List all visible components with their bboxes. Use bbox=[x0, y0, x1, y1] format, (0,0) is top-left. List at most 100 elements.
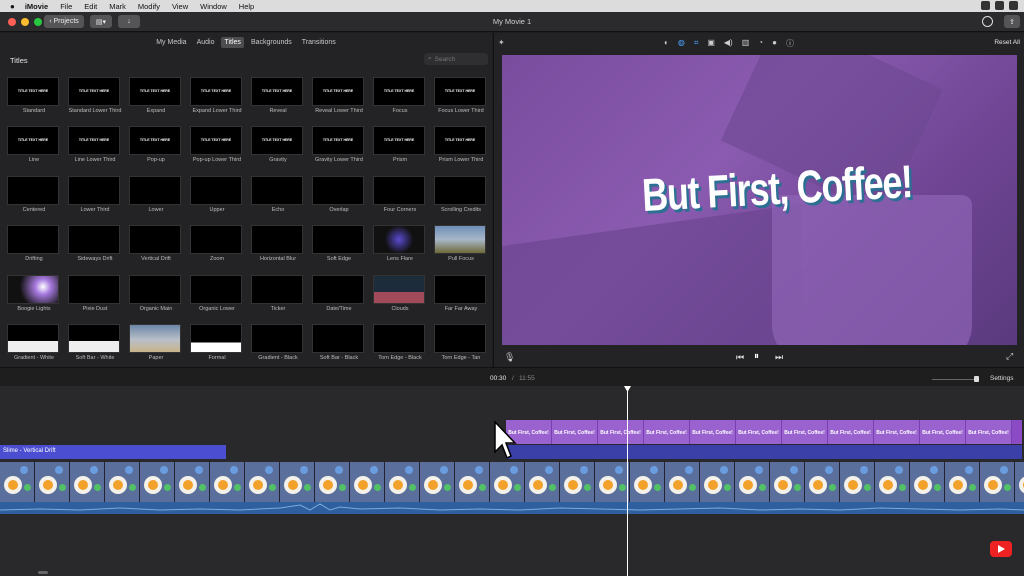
title-template[interactable]: Soft Bar - White bbox=[68, 324, 122, 362]
title-template[interactable]: TITLE TEXT HERE Prism bbox=[373, 126, 427, 164]
tab-audio[interactable]: Audio bbox=[194, 37, 218, 48]
title-template[interactable]: Zoom bbox=[190, 225, 244, 263]
title-template[interactable]: Gradient - Black bbox=[251, 324, 305, 362]
color-correction-icon[interactable]: ◍ bbox=[678, 38, 685, 49]
title-clip[interactable]: But First, Coffee! But First, Coffee! But … bbox=[506, 420, 1022, 444]
title-template[interactable]: TITLE TEXT HERE Prism Lower Third bbox=[434, 126, 488, 164]
title-template[interactable]: Sideways Drift bbox=[68, 225, 122, 263]
title-template-label: Lower Third bbox=[80, 207, 110, 213]
info-icon[interactable]: ⓘ bbox=[786, 38, 794, 49]
playhead[interactable] bbox=[627, 389, 628, 576]
title-template[interactable]: Pull Focus bbox=[434, 225, 488, 263]
title-template[interactable]: TITLE TEXT HERE Expand bbox=[129, 77, 183, 115]
menu-file[interactable]: File bbox=[60, 2, 72, 11]
title-template[interactable]: TITLE TEXT HERE Reveal bbox=[251, 77, 305, 115]
title-template[interactable]: Gradient - White bbox=[7, 324, 61, 362]
title-template[interactable]: TITLE TEXT HERE Standard Lower Third bbox=[68, 77, 122, 115]
magic-wand-icon[interactable]: ✦ bbox=[498, 38, 505, 47]
color-balance-icon[interactable]: ◐ bbox=[664, 38, 669, 49]
menu-app[interactable]: iMovie bbox=[25, 2, 48, 11]
tab-transitions[interactable]: Transitions bbox=[299, 37, 339, 48]
skip-back-icon[interactable]: ⏮ bbox=[736, 352, 744, 363]
reset-all-button[interactable]: Reset All bbox=[994, 39, 1020, 46]
title-template[interactable]: Centered bbox=[7, 176, 61, 214]
microphone-icon[interactable]: 🎙︎ bbox=[504, 352, 515, 363]
title-template[interactable]: Ticker bbox=[251, 275, 305, 313]
tab-backgrounds[interactable]: Backgrounds bbox=[248, 37, 295, 48]
slime-title-clip[interactable]: Slime - Vertical Drift bbox=[0, 445, 226, 459]
title-template[interactable]: TITLE TEXT HERE Focus bbox=[373, 77, 427, 115]
title-template[interactable]: TITLE TEXT HERE Line bbox=[7, 126, 61, 164]
title-template[interactable]: Horizontal Blur bbox=[251, 225, 305, 263]
title-template[interactable]: Lower Third bbox=[68, 176, 122, 214]
enhance-icon[interactable] bbox=[982, 16, 993, 27]
pause-icon[interactable]: ⏸ bbox=[754, 351, 759, 362]
timeline[interactable]: But First, Coffee! But First, Coffee! But … bbox=[0, 386, 1024, 576]
title-template[interactable]: Lower bbox=[129, 176, 183, 214]
status-icon[interactable] bbox=[1009, 1, 1018, 10]
timeline-divider[interactable] bbox=[0, 367, 1024, 368]
video-clip[interactable] bbox=[0, 462, 1024, 502]
title-template[interactable]: Lens Flare bbox=[373, 225, 427, 263]
title-template[interactable]: Date/Time bbox=[312, 275, 366, 313]
title-template[interactable]: Upper bbox=[190, 176, 244, 214]
title-template[interactable]: Overlap bbox=[312, 176, 366, 214]
title-template[interactable]: Clouds bbox=[373, 275, 427, 313]
thumbnail-text: TITLE TEXT HERE bbox=[322, 89, 354, 93]
title-template[interactable]: Torn Edge - Tan bbox=[434, 324, 488, 362]
menu-help[interactable]: Help bbox=[239, 2, 254, 11]
fullscreen-icon[interactable]: ⤢ bbox=[1006, 351, 1013, 362]
status-icon[interactable] bbox=[995, 1, 1004, 10]
title-template[interactable]: Formal bbox=[190, 324, 244, 362]
title-template[interactable]: Organic Main bbox=[129, 275, 183, 313]
title-template[interactable]: Soft Bar - Black bbox=[312, 324, 366, 362]
title-template[interactable]: TITLE TEXT HERE Pop-up Lower Third bbox=[190, 126, 244, 164]
status-icon[interactable] bbox=[981, 1, 990, 10]
frame-leaf bbox=[759, 484, 766, 491]
skip-forward-icon[interactable]: ⏭ bbox=[775, 352, 783, 363]
title-template[interactable]: TITLE TEXT HERE Focus Lower Third bbox=[434, 77, 488, 115]
title-template[interactable]: TITLE TEXT HERE Expand Lower Third bbox=[190, 77, 244, 115]
tab-my-media[interactable]: My Media bbox=[153, 37, 189, 48]
tab-titles[interactable]: Titles bbox=[221, 37, 244, 48]
search-field[interactable]: ⌕ Search bbox=[424, 53, 488, 65]
title-template[interactable]: Scrolling Credits bbox=[434, 176, 488, 214]
zoom-slider[interactable] bbox=[932, 379, 978, 380]
video-preview[interactable]: But First, Coffee! bbox=[502, 55, 1017, 345]
title-template[interactable]: Paper bbox=[129, 324, 183, 362]
menu-view[interactable]: View bbox=[172, 2, 188, 11]
title-template[interactable]: TITLE TEXT HERE Pop-up bbox=[129, 126, 183, 164]
apple-icon[interactable]: ● bbox=[10, 2, 15, 11]
title-template[interactable]: Drifting bbox=[7, 225, 61, 263]
title-template[interactable]: Boogie Lights bbox=[7, 275, 61, 313]
timeline-scrollbar[interactable] bbox=[38, 571, 48, 574]
title-template[interactable]: TITLE TEXT HERE Standard bbox=[7, 77, 61, 115]
menu-mark[interactable]: Mark bbox=[109, 2, 126, 11]
zoom-slider-handle[interactable] bbox=[974, 376, 979, 382]
speed-icon[interactable]: ◔ bbox=[758, 38, 763, 49]
crop-icon[interactable]: ⌗ bbox=[694, 38, 699, 49]
title-template[interactable]: Vertical Drift bbox=[129, 225, 183, 263]
share-button[interactable]: ⇪ bbox=[1004, 15, 1020, 28]
timeline-settings-button[interactable]: Settings bbox=[990, 375, 1014, 382]
title-template[interactable]: Echo bbox=[251, 176, 305, 214]
audio-waveform[interactable] bbox=[0, 502, 1024, 514]
title-template[interactable]: Organic Lower bbox=[190, 275, 244, 313]
volume-icon[interactable]: ◀) bbox=[724, 38, 733, 49]
title-template[interactable]: TITLE TEXT HERE Gravity Lower Third bbox=[312, 126, 366, 164]
title-template[interactable]: Far Far Away bbox=[434, 275, 488, 313]
title-template[interactable]: Four Corners bbox=[373, 176, 427, 214]
menu-window[interactable]: Window bbox=[200, 2, 227, 11]
menu-modify[interactable]: Modify bbox=[138, 2, 160, 11]
stabilization-icon[interactable]: ▣ bbox=[707, 38, 715, 49]
title-template[interactable]: TITLE TEXT HERE Gravity bbox=[251, 126, 305, 164]
title-template[interactable]: Soft Edge bbox=[312, 225, 366, 263]
filter-icon[interactable]: ● bbox=[772, 38, 777, 49]
equalizer-icon[interactable]: ▥ bbox=[742, 38, 750, 49]
title-template[interactable]: Torn Edge - Black bbox=[373, 324, 427, 362]
menu-edit[interactable]: Edit bbox=[84, 2, 97, 11]
title-template[interactable]: TITLE TEXT HERE Reveal Lower Third bbox=[312, 77, 366, 115]
title-clip-lower[interactable] bbox=[506, 445, 1022, 459]
title-template[interactable]: Pixie Dust bbox=[68, 275, 122, 313]
title-template[interactable]: TITLE TEXT HERE Line Lower Third bbox=[68, 126, 122, 164]
